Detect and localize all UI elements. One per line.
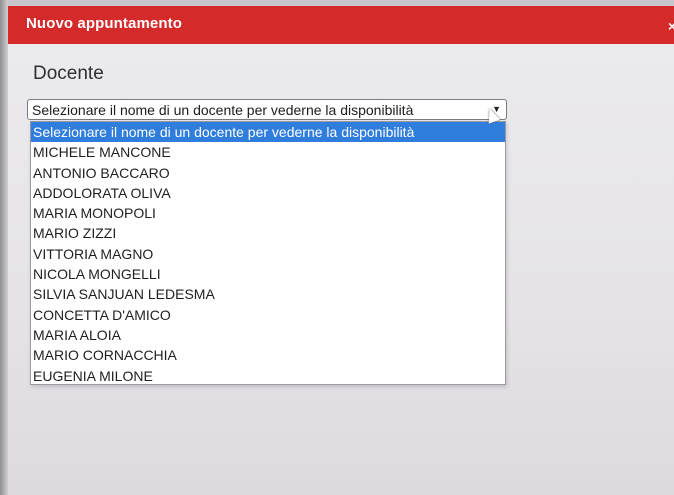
close-icon[interactable]: × — [668, 18, 674, 34]
screen: Nuovo appuntamento × Docente Selezionare… — [0, 0, 674, 495]
dialog-titlebar: Nuovo appuntamento × — [8, 6, 674, 44]
dropdown-option[interactable]: SILVIA SANJUAN LEDESMA — [31, 284, 505, 304]
dropdown-option[interactable]: VITTORIA MAGNO — [31, 244, 505, 264]
dropdown-option[interactable]: Selezionare il nome di un docente per ve… — [31, 122, 505, 143]
dropdown-option[interactable]: NICOLA MONGELLI — [31, 264, 505, 284]
dropdown-option[interactable]: MARIA MONOPOLI — [31, 203, 505, 223]
teacher-select-value: Selezionare il nome di un docente per ve… — [32, 102, 414, 118]
monitor-bezel-left — [0, 0, 8, 495]
dropdown-option[interactable]: MARIO ZIZZI — [31, 223, 505, 243]
teacher-dropdown-list[interactable]: Selezionare il nome di un docente per ve… — [30, 121, 506, 385]
dialog-title: Nuovo appuntamento — [26, 15, 182, 32]
dropdown-option[interactable]: MICHELE MANCONE — [31, 142, 505, 162]
dropdown-option[interactable]: MARIO CORNACCHIA — [31, 345, 505, 365]
teacher-select[interactable]: Selezionare il nome di un docente per ve… — [27, 99, 507, 120]
dropdown-option[interactable]: MARIA ALOIA — [31, 325, 505, 345]
dropdown-option[interactable]: CONCETTA D'AMICO — [31, 305, 505, 325]
dropdown-option[interactable]: ANTONIO BACCARO — [31, 163, 505, 183]
dropdown-option[interactable]: ADDOLORATA OLIVA — [31, 183, 505, 203]
teacher-label: Docente — [33, 63, 104, 84]
dropdown-option[interactable]: EUGENIA MILONE — [31, 366, 505, 386]
